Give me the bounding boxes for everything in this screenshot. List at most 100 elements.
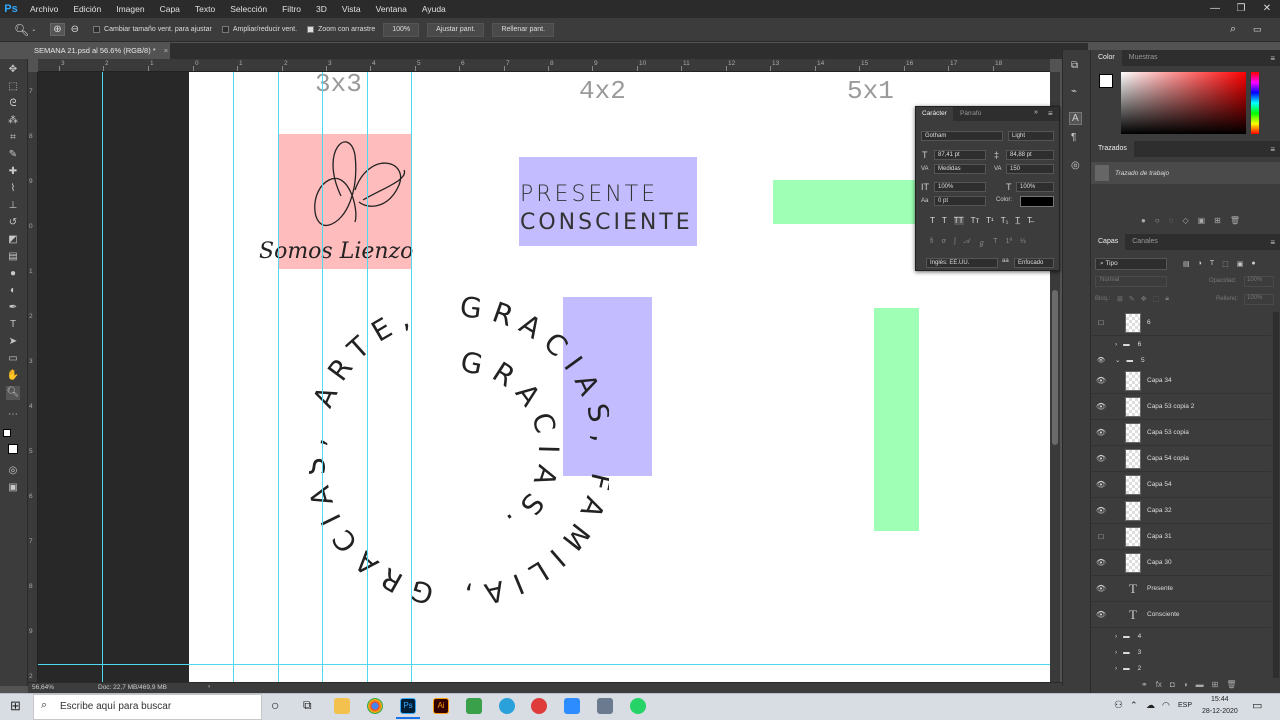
history-brush-icon[interactable]: ↺	[6, 216, 20, 230]
menu-ventana[interactable]: Ventana	[368, 0, 414, 18]
panel-menu-icon[interactable]: ≡	[1270, 54, 1275, 63]
ordinals-icon[interactable]: 1ª	[1006, 238, 1012, 248]
clock-time[interactable]: 15:44	[1211, 696, 1229, 703]
swash-icon[interactable]: ʃ	[954, 238, 956, 248]
layer-row[interactable]: 👁︎ Capa 53 copia 2	[1091, 394, 1271, 420]
search-icon[interactable]: ⌕	[1230, 23, 1236, 36]
layer-row[interactable]: □ Capa 31	[1091, 524, 1271, 550]
lock-artboard-icon[interactable]: ⬚	[1153, 295, 1160, 303]
channels-panel-icon[interactable]: ◎	[1071, 160, 1080, 171]
old-style-icon[interactable]: ơ	[942, 238, 947, 248]
chevron-right-icon[interactable]: ›	[1115, 633, 1117, 640]
eye-icon[interactable]: 👁︎	[1091, 506, 1111, 515]
fit-screen-button[interactable]: Ajustar pant.	[427, 22, 485, 37]
chevron-right-icon[interactable]: ›	[1115, 341, 1117, 348]
eye-icon[interactable]: 👁︎	[1091, 376, 1111, 385]
chevron-down-icon[interactable]: ⌄	[1115, 356, 1120, 364]
zoom-app-icon[interactable]	[564, 698, 580, 714]
clone-stamp-icon[interactable]: ⊥	[6, 199, 20, 213]
all-caps-icon[interactable]: TT	[953, 216, 964, 225]
layer-row[interactable]: 👁︎ Capa 54	[1091, 472, 1271, 498]
layer-row[interactable]: 👁︎ Capa 30	[1091, 550, 1271, 576]
chrome-icon[interactable]	[367, 698, 383, 714]
horizontal-scale-field[interactable]: 100%	[1016, 182, 1054, 192]
enlarge-windows-checkbox[interactable]: Ampliar/reducir vent.	[221, 26, 297, 33]
layer-row[interactable]: 👁︎ T Presente	[1091, 576, 1271, 602]
hand-tool-icon[interactable]: ✋	[6, 369, 20, 383]
new-group-icon[interactable]: ▬	[1196, 680, 1204, 689]
filter-toggle-icon[interactable]: ●	[1251, 260, 1255, 268]
healing-brush-icon[interactable]: ✚	[6, 165, 20, 179]
guide-horizontal[interactable]	[38, 664, 1050, 665]
layer-row[interactable]: 👁︎ Capa 34	[1091, 368, 1271, 394]
stylistic-icon[interactable]: ℊ	[978, 238, 985, 248]
quick-mask-icon[interactable]: ◎	[6, 464, 20, 478]
onedrive-icon[interactable]: ☁	[1146, 700, 1155, 711]
panel-menu-icon[interactable]: ≡	[1270, 145, 1275, 154]
tab-capas[interactable]: Capas	[1091, 234, 1126, 250]
menu-imagen[interactable]: Imagen	[108, 0, 151, 18]
menu-ayuda[interactable]: Ayuda	[414, 0, 453, 18]
hue-slider[interactable]	[1251, 72, 1259, 134]
menu-archivo[interactable]: Archivo	[22, 0, 65, 18]
photoshop-taskbar-icon[interactable]: Ps	[400, 698, 416, 714]
menu-filtro[interactable]: Filtro	[274, 0, 308, 18]
close-icon[interactable]: ✕	[1254, 0, 1280, 18]
tab-canales[interactable]: Canales	[1125, 234, 1165, 250]
fill-field[interactable]: 100%	[1244, 294, 1274, 305]
zoom-tool-icon[interactable]: 🔍︎	[6, 386, 20, 400]
document-tab[interactable]: SEMANA 21.psd al 56.6% (RGB/8) * ×	[28, 43, 170, 59]
guide-vertical[interactable]	[102, 72, 103, 682]
chevron-up-icon[interactable]: ⌃	[1130, 700, 1138, 711]
tab-color[interactable]: Color	[1091, 50, 1122, 66]
eye-icon[interactable]: 👁︎	[1091, 402, 1111, 411]
menu-edicion[interactable]: Edición	[65, 0, 108, 18]
chevron-down-icon[interactable]: ⌄	[31, 26, 36, 33]
illustrator-icon[interactable]: Ai	[433, 698, 449, 714]
lock-all-icon[interactable]: 🔒︎	[1165, 295, 1169, 303]
stroke-path-icon[interactable]: ○	[1155, 216, 1160, 225]
telegram-icon[interactable]	[499, 698, 515, 714]
lock-transparent-icon[interactable]: ⊠	[1117, 295, 1123, 303]
history-panel-icon[interactable]: ⧉	[1071, 60, 1078, 71]
kerning-field[interactable]: Medidas	[934, 164, 986, 174]
shape-filter-icon[interactable]: ⬚	[1222, 260, 1229, 268]
character-panel-icon[interactable]: A	[1069, 112, 1082, 125]
windows-start-icon[interactable]: ⊞	[10, 698, 21, 714]
eye-icon[interactable]: 👁︎	[1091, 454, 1111, 463]
guide-vertical[interactable]	[411, 72, 412, 682]
adjustment-filter-icon[interactable]: ◑	[1198, 260, 1202, 268]
layer-row[interactable]: 👁︎ T Consciente	[1091, 602, 1271, 628]
group-row[interactable]: › ▬ 2	[1091, 660, 1271, 676]
leading-field[interactable]: 84,88 pt	[1006, 150, 1054, 160]
status-zoom[interactable]: 56,64%	[32, 684, 54, 691]
guide-vertical[interactable]	[367, 72, 368, 682]
close-tab-icon[interactable]: ×	[164, 46, 168, 55]
pen-tool-icon[interactable]: ✒	[6, 301, 20, 315]
alternates-icon[interactable]: 𝒜	[964, 238, 971, 248]
people-icon[interactable]: ⚇	[1114, 700, 1123, 711]
brush-panel-icon[interactable]: ⌁	[1071, 86, 1077, 97]
titling-icon[interactable]: T	[993, 238, 997, 248]
eraser-tool-icon[interactable]: ◩	[6, 233, 20, 247]
wifi-icon[interactable]: ◠	[1162, 700, 1170, 711]
baseline-shift-field[interactable]: 0 pt	[934, 196, 986, 206]
panel-menu-icon[interactable]: ≡	[1048, 109, 1053, 118]
smart-filter-icon[interactable]: ▣	[1237, 260, 1244, 268]
marquee-tool-icon[interactable]: ⬚	[6, 80, 20, 94]
link-layers-icon[interactable]: ⚭	[1141, 680, 1148, 689]
calculator-icon[interactable]	[597, 698, 613, 714]
dodge-tool-icon[interactable]: ◐	[6, 284, 20, 298]
app-icon[interactable]	[531, 698, 547, 714]
guide-vertical[interactable]	[322, 72, 323, 682]
small-caps-icon[interactable]: Tт	[971, 216, 980, 225]
taskbar-search-input[interactable]: Escribe aquí para buscar	[33, 694, 262, 720]
group-row[interactable]: › ▬ 3	[1091, 644, 1271, 660]
visibility-toggle[interactable]: □	[1091, 318, 1111, 327]
faux-italic-icon[interactable]: T	[942, 216, 947, 225]
add-mask-icon[interactable]: ▣	[1198, 216, 1206, 225]
restore-icon[interactable]: ❐	[1228, 0, 1254, 18]
fill-screen-button[interactable]: Rellenar pant.	[492, 22, 555, 37]
blend-mode-select[interactable]: Normal	[1095, 276, 1167, 287]
layer-row[interactable]: 👁︎ Capa 32	[1091, 498, 1271, 524]
